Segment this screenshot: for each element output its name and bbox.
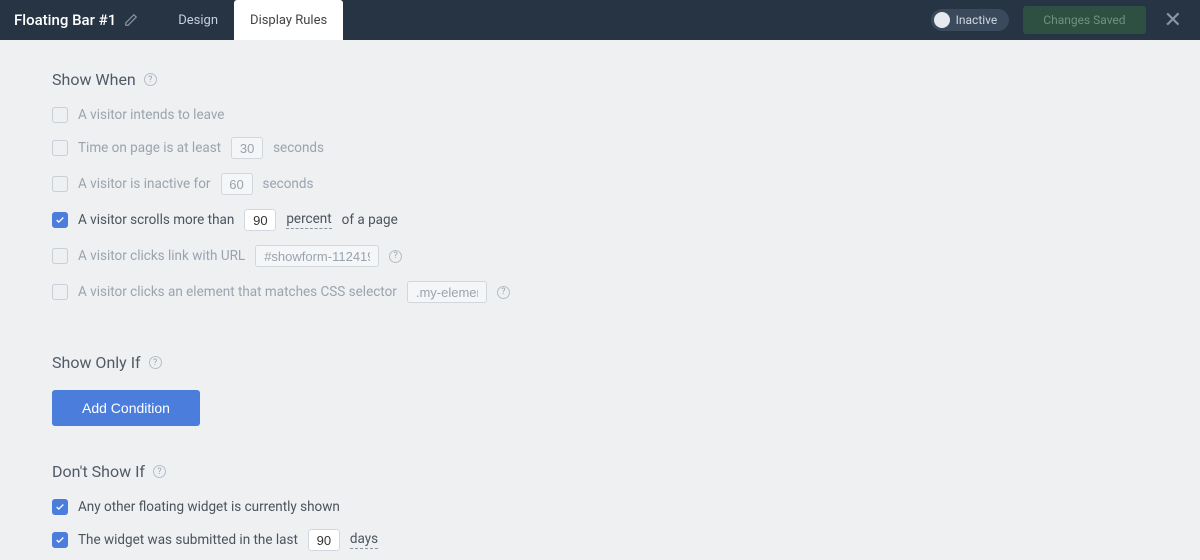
section-title: Don't Show If <box>52 462 145 481</box>
page-title: Floating Bar #1 <box>14 11 116 29</box>
rule-label: A visitor is inactive for <box>78 176 211 192</box>
rule-any-other-widget: Any other floating widget is currently s… <box>52 499 1148 515</box>
toggle-label: Inactive <box>956 13 998 27</box>
checkbox[interactable] <box>52 499 68 515</box>
help-icon[interactable]: ? <box>149 356 162 369</box>
rule-label: A visitor clicks an element that matches… <box>78 284 397 300</box>
changes-saved-button: Changes Saved <box>1023 6 1145 34</box>
help-icon[interactable]: ? <box>389 250 402 263</box>
pencil-icon[interactable] <box>124 13 138 27</box>
section-show-only-if: Show Only If ? <box>52 353 1148 372</box>
rule-label: Any other floating widget is currently s… <box>78 499 340 515</box>
content: Show When ? A visitor intends to leave T… <box>0 40 1200 560</box>
help-icon[interactable]: ? <box>144 73 157 86</box>
rule-label: The widget was submitted in the last <box>78 532 298 548</box>
checkbox[interactable] <box>52 140 68 156</box>
checkbox[interactable] <box>52 248 68 264</box>
section-show-when: Show When ? <box>52 70 1148 89</box>
rule-clicks-css: A visitor clicks an element that matches… <box>52 281 1148 303</box>
url-input[interactable] <box>255 245 379 267</box>
rule-scrolls-more: A visitor scrolls more than percent of a… <box>52 209 1148 231</box>
percent-input[interactable] <box>244 209 276 231</box>
rule-unit: seconds <box>273 140 324 156</box>
css-selector-input[interactable] <box>407 281 487 303</box>
top-bar: Floating Bar #1 Design Display Rules Ina… <box>0 0 1200 40</box>
unit-dropdown[interactable]: days <box>350 531 378 549</box>
close-icon[interactable]: ✕ <box>1160 8 1186 33</box>
rule-label: A visitor intends to leave <box>78 107 224 123</box>
top-actions: Inactive Changes Saved ✕ <box>931 6 1186 34</box>
checkbox[interactable] <box>52 284 68 300</box>
status-toggle[interactable]: Inactive <box>931 9 1010 31</box>
section-title: Show Only If <box>52 353 141 372</box>
help-icon[interactable]: ? <box>497 286 510 299</box>
rule-label: A visitor scrolls more than <box>78 212 234 228</box>
rule-unit: seconds <box>263 176 314 192</box>
rule-clicks-link: A visitor clicks link with URL ? <box>52 245 1148 267</box>
tab-design[interactable]: Design <box>162 0 234 40</box>
tab-display-rules[interactable]: Display Rules <box>234 0 343 40</box>
unit-dropdown[interactable]: percent <box>286 211 331 229</box>
section-dont-show-if: Don't Show If ? <box>52 462 1148 481</box>
rule-time-on-page: Time on page is at least seconds <box>52 137 1148 159</box>
checkbox[interactable] <box>52 212 68 228</box>
toggle-knob-icon <box>934 12 950 28</box>
help-icon[interactable]: ? <box>153 465 166 478</box>
rule-label-post: of a page <box>342 212 398 228</box>
rule-label: A visitor clicks link with URL <box>78 248 245 264</box>
days-input[interactable] <box>308 529 340 551</box>
rule-intends-leave: A visitor intends to leave <box>52 107 1148 123</box>
section-title: Show When <box>52 70 136 89</box>
checkbox[interactable] <box>52 176 68 192</box>
seconds-input[interactable] <box>231 137 263 159</box>
tabs: Design Display Rules <box>162 0 343 40</box>
rule-inactive-for: A visitor is inactive for seconds <box>52 173 1148 195</box>
rule-submitted-last: The widget was submitted in the last day… <box>52 529 1148 551</box>
rule-label: Time on page is at least <box>78 140 221 156</box>
checkbox[interactable] <box>52 107 68 123</box>
add-condition-button[interactable]: Add Condition <box>52 390 200 426</box>
checkbox[interactable] <box>52 532 68 548</box>
seconds-input[interactable] <box>221 173 253 195</box>
